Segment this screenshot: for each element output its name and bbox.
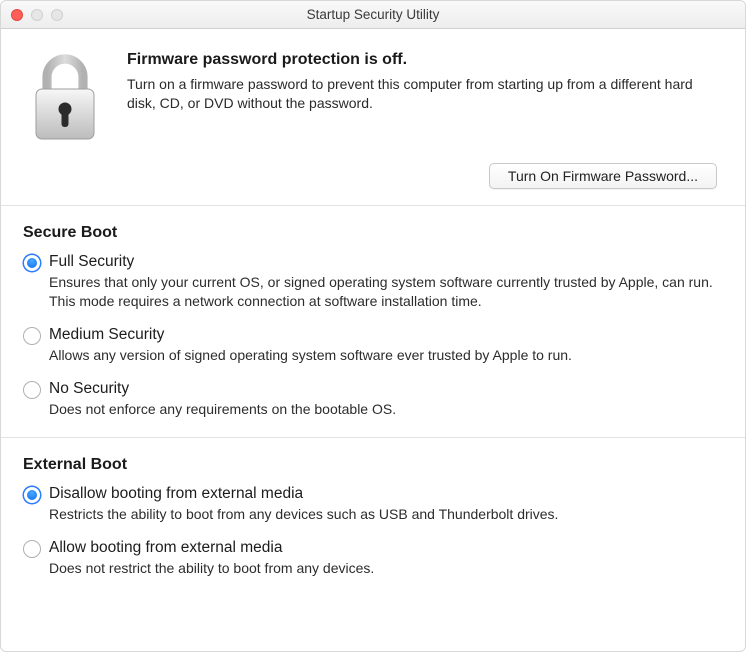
radio-desc: Restricts the ability to boot from any d… [49,505,723,524]
firmware-text: Firmware password protection is off. Tur… [127,51,721,113]
firmware-heading: Firmware password protection is off. [127,51,721,69]
radio-desc: Allows any version of signed operating s… [49,346,723,365]
startup-security-window: Startup Security Utility [0,0,746,652]
radio-button[interactable] [23,381,41,399]
radio-no-security[interactable]: No Security Does not enforce any require… [23,379,723,419]
radio-desc: Does not enforce any requirements on the… [49,400,723,419]
minimize-icon [31,9,43,21]
window-title: Startup Security Utility [1,7,745,22]
radio-label: Full Security [49,252,723,272]
radio-button[interactable] [23,254,41,272]
radio-button[interactable] [23,540,41,558]
secure-boot-section: Secure Boot Full Security Ensures that o… [1,206,745,437]
radio-medium-security[interactable]: Medium Security Allows any version of si… [23,325,723,365]
firmware-section: Firmware password protection is off. Tur… [1,29,745,205]
zoom-icon [51,9,63,21]
radio-full-security[interactable]: Full Security Ensures that only your cur… [23,252,723,311]
lock-icon [25,51,105,143]
radio-label: No Security [49,379,723,399]
radio-label: Allow booting from external media [49,538,723,558]
traffic-lights [1,9,63,21]
titlebar: Startup Security Utility [1,1,745,29]
radio-button[interactable] [23,327,41,345]
close-icon[interactable] [11,9,23,21]
radio-label: Disallow booting from external media [49,484,723,504]
radio-allow-external[interactable]: Allow booting from external media Does n… [23,538,723,578]
external-boot-heading: External Boot [23,456,723,474]
radio-disallow-external[interactable]: Disallow booting from external media Res… [23,484,723,524]
radio-label: Medium Security [49,325,723,345]
radio-desc: Ensures that only your current OS, or si… [49,273,723,311]
turn-on-firmware-password-button[interactable]: Turn On Firmware Password... [489,163,717,189]
secure-boot-heading: Secure Boot [23,224,723,242]
radio-button[interactable] [23,486,41,504]
external-boot-section: External Boot Disallow booting from exte… [1,438,745,596]
firmware-description: Turn on a firmware password to prevent t… [127,75,721,113]
content: Firmware password protection is off. Tur… [1,29,745,651]
radio-desc: Does not restrict the ability to boot fr… [49,559,723,578]
